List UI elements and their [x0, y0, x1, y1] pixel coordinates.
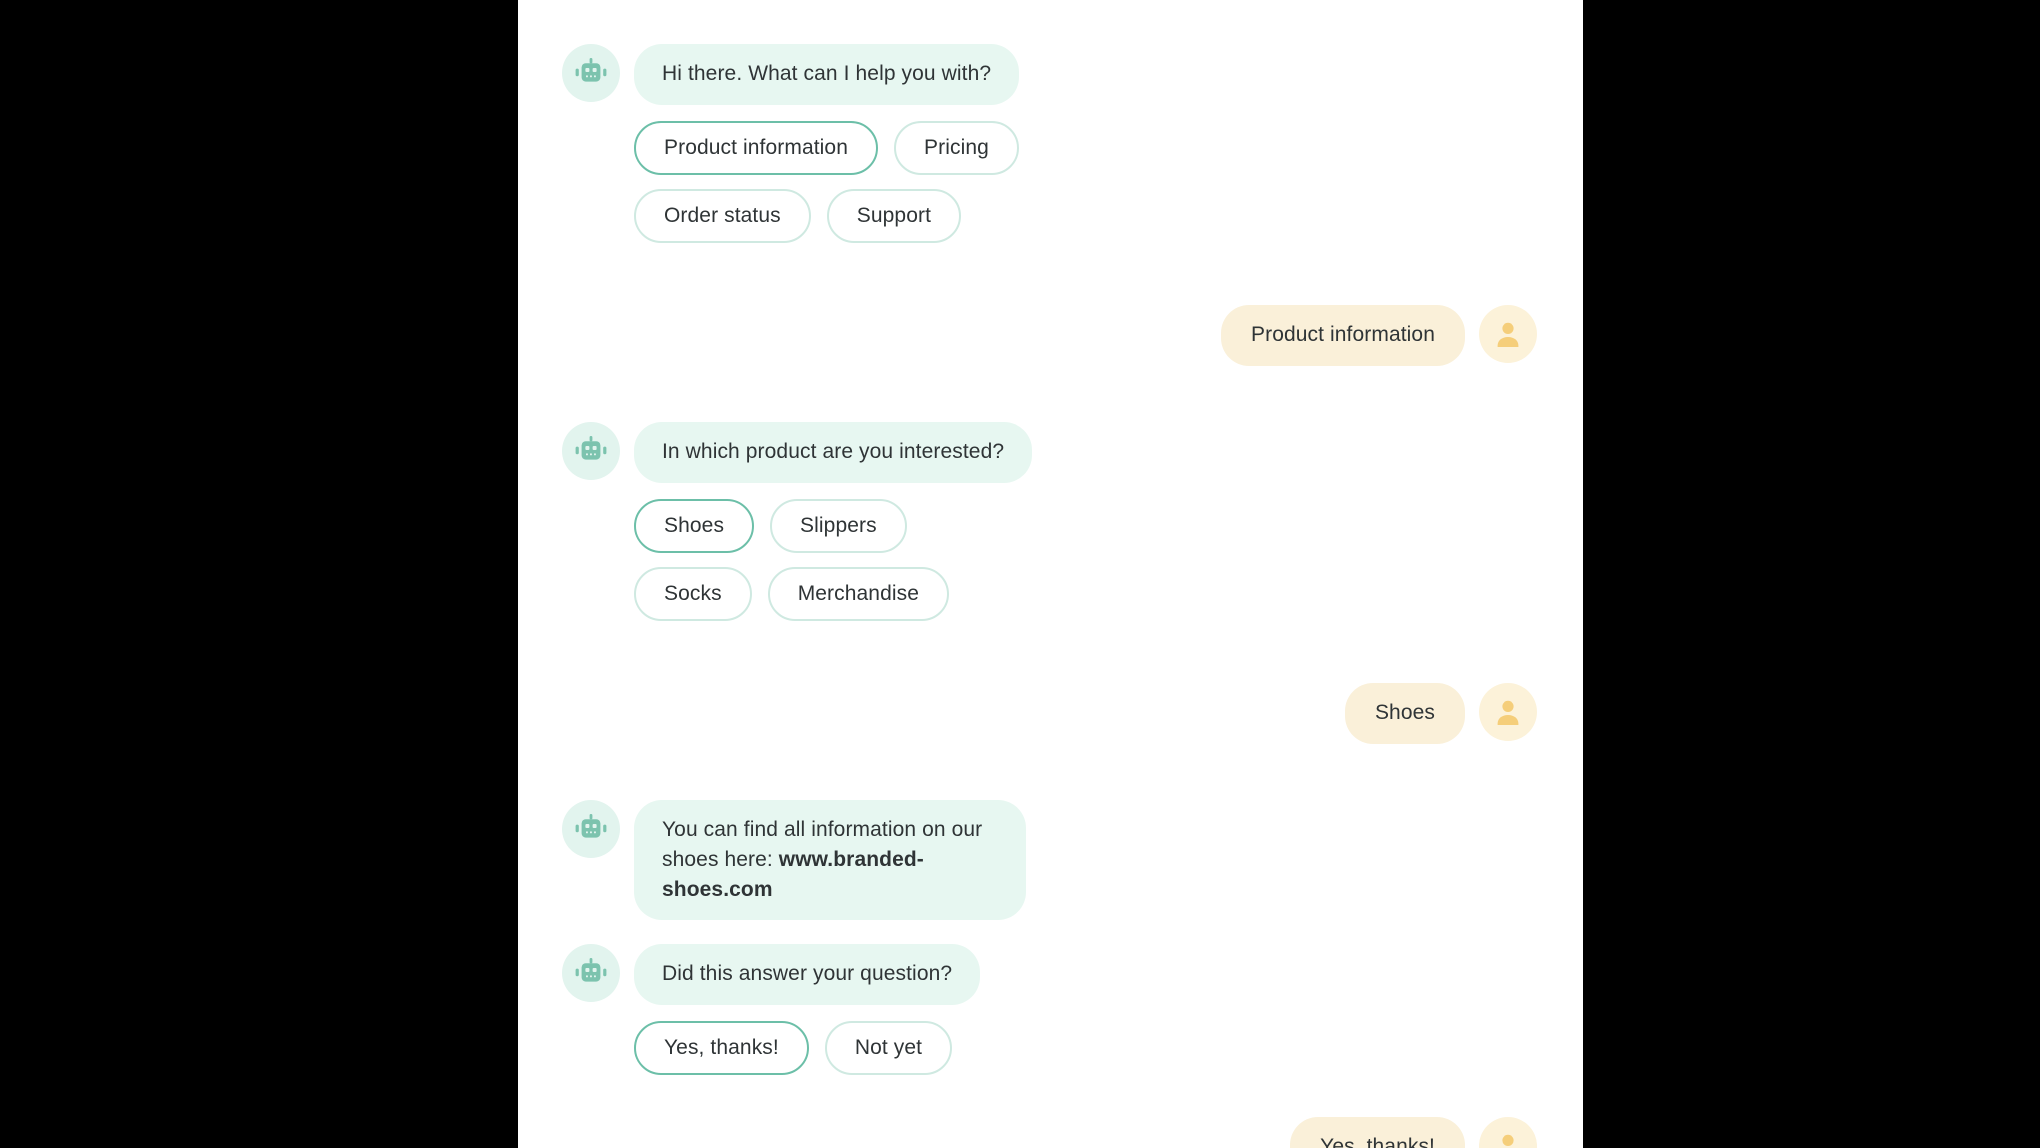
bot-message-text: Hi there. What can I help you with? [662, 62, 992, 85]
quick-reply-label: Merchandise [797, 582, 920, 605]
message-row-bot-did-this-answer: Did this answer your question? [562, 944, 1537, 1006]
letterbox-right [1583, 0, 2040, 1148]
user-message-bubble: Shoes [1344, 683, 1465, 744]
bot-message-text: Did this answer your question? [662, 962, 953, 986]
quick-reply-order-status[interactable]: Order status [634, 189, 811, 244]
quick-reply-slippers[interactable]: Slippers [770, 498, 907, 553]
bot-avatar [562, 800, 620, 858]
user-message-text: Yes, thanks! [1320, 1135, 1435, 1148]
bot-avatar [562, 44, 620, 102]
screenshot-canvas: Hi there. What can I help you with? Prod… [0, 0, 2040, 1148]
quick-reply-label: Slippers [800, 513, 877, 537]
quick-reply-row: Shoes Slippers [634, 498, 1274, 553]
message-row-bot-which-product: In which product are you interested? [562, 422, 1537, 483]
quick-replies-greeting: Product information Pricing Order status… [634, 120, 1274, 244]
user-avatar [1479, 1117, 1537, 1148]
quick-reply-label: Yes, thanks! [664, 1036, 779, 1060]
chat-thread: Hi there. What can I help you with? Prod… [518, 0, 1583, 1148]
message-row-user-shoes: Shoes [562, 683, 1537, 744]
quick-reply-label: Support [856, 204, 932, 227]
quick-reply-yes-thanks[interactable]: Yes, thanks! [634, 1021, 809, 1076]
quick-reply-socks[interactable]: Socks [634, 567, 752, 622]
bot-message-text: In which product are you interested? [662, 440, 1005, 463]
user-message-bubble: Yes, thanks! [1290, 1117, 1465, 1148]
robot-icon [575, 814, 607, 844]
quick-reply-pricing[interactable]: Pricing [894, 120, 1019, 175]
message-row-bot-greeting: Hi there. What can I help you with? [562, 44, 1537, 105]
quick-reply-row: Yes, thanks! Not yet [634, 1021, 1274, 1076]
message-row-bot-shoes-link: You can find all information on our shoe… [562, 800, 1537, 921]
user-message-bubble: Product information [1221, 305, 1465, 366]
user-message-text: Shoes [1374, 701, 1435, 725]
quick-reply-label: Pricing [924, 135, 989, 159]
quick-reply-not-yet[interactable]: Not yet [824, 1021, 953, 1076]
quick-reply-label: Product information [664, 135, 848, 159]
quick-reply-label: Socks [664, 582, 722, 605]
quick-reply-support[interactable]: Support [826, 189, 962, 244]
quick-reply-row: Socks Merchandise [634, 567, 1274, 622]
robot-icon [575, 436, 607, 466]
quick-reply-shoes[interactable]: Shoes [634, 498, 755, 553]
letterbox-left [0, 0, 518, 1148]
person-icon [1494, 698, 1522, 726]
quick-reply-merchandise[interactable]: Merchandise [767, 567, 950, 622]
bot-message-bubble: In which product are you interested? [634, 422, 1033, 483]
bot-message-bubble: You can find all information on our shoe… [634, 800, 1026, 921]
chat-panel: Hi there. What can I help you with? Prod… [518, 0, 1583, 1148]
robot-icon [575, 58, 607, 88]
user-avatar [1479, 305, 1537, 364]
quick-reply-label: Shoes [664, 513, 725, 537]
message-row-user-product-information: Product information [562, 305, 1537, 366]
quick-replies-feedback: Yes, thanks! Not yet [634, 1021, 1274, 1076]
quick-reply-row: Product information Pricing [634, 120, 1274, 175]
quick-reply-label: Not yet [854, 1036, 923, 1060]
quick-replies-product: Shoes Slippers Socks Merchandise [634, 498, 1274, 622]
quick-reply-label: Order status [664, 204, 781, 227]
person-icon [1494, 1132, 1522, 1148]
bot-message-bubble: Hi there. What can I help you with? [634, 44, 1020, 105]
quick-reply-row: Order status Support [634, 189, 1274, 244]
quick-reply-product-information[interactable]: Product information [634, 120, 878, 175]
user-message-text: Product information [1251, 323, 1435, 347]
bot-avatar [562, 944, 620, 1003]
bot-avatar [562, 422, 620, 480]
robot-icon [575, 958, 607, 988]
person-icon [1494, 320, 1522, 348]
user-avatar [1479, 683, 1537, 742]
bot-message-bubble: Did this answer your question? [634, 944, 981, 1006]
message-row-user-yes-thanks: Yes, thanks! [562, 1117, 1537, 1148]
